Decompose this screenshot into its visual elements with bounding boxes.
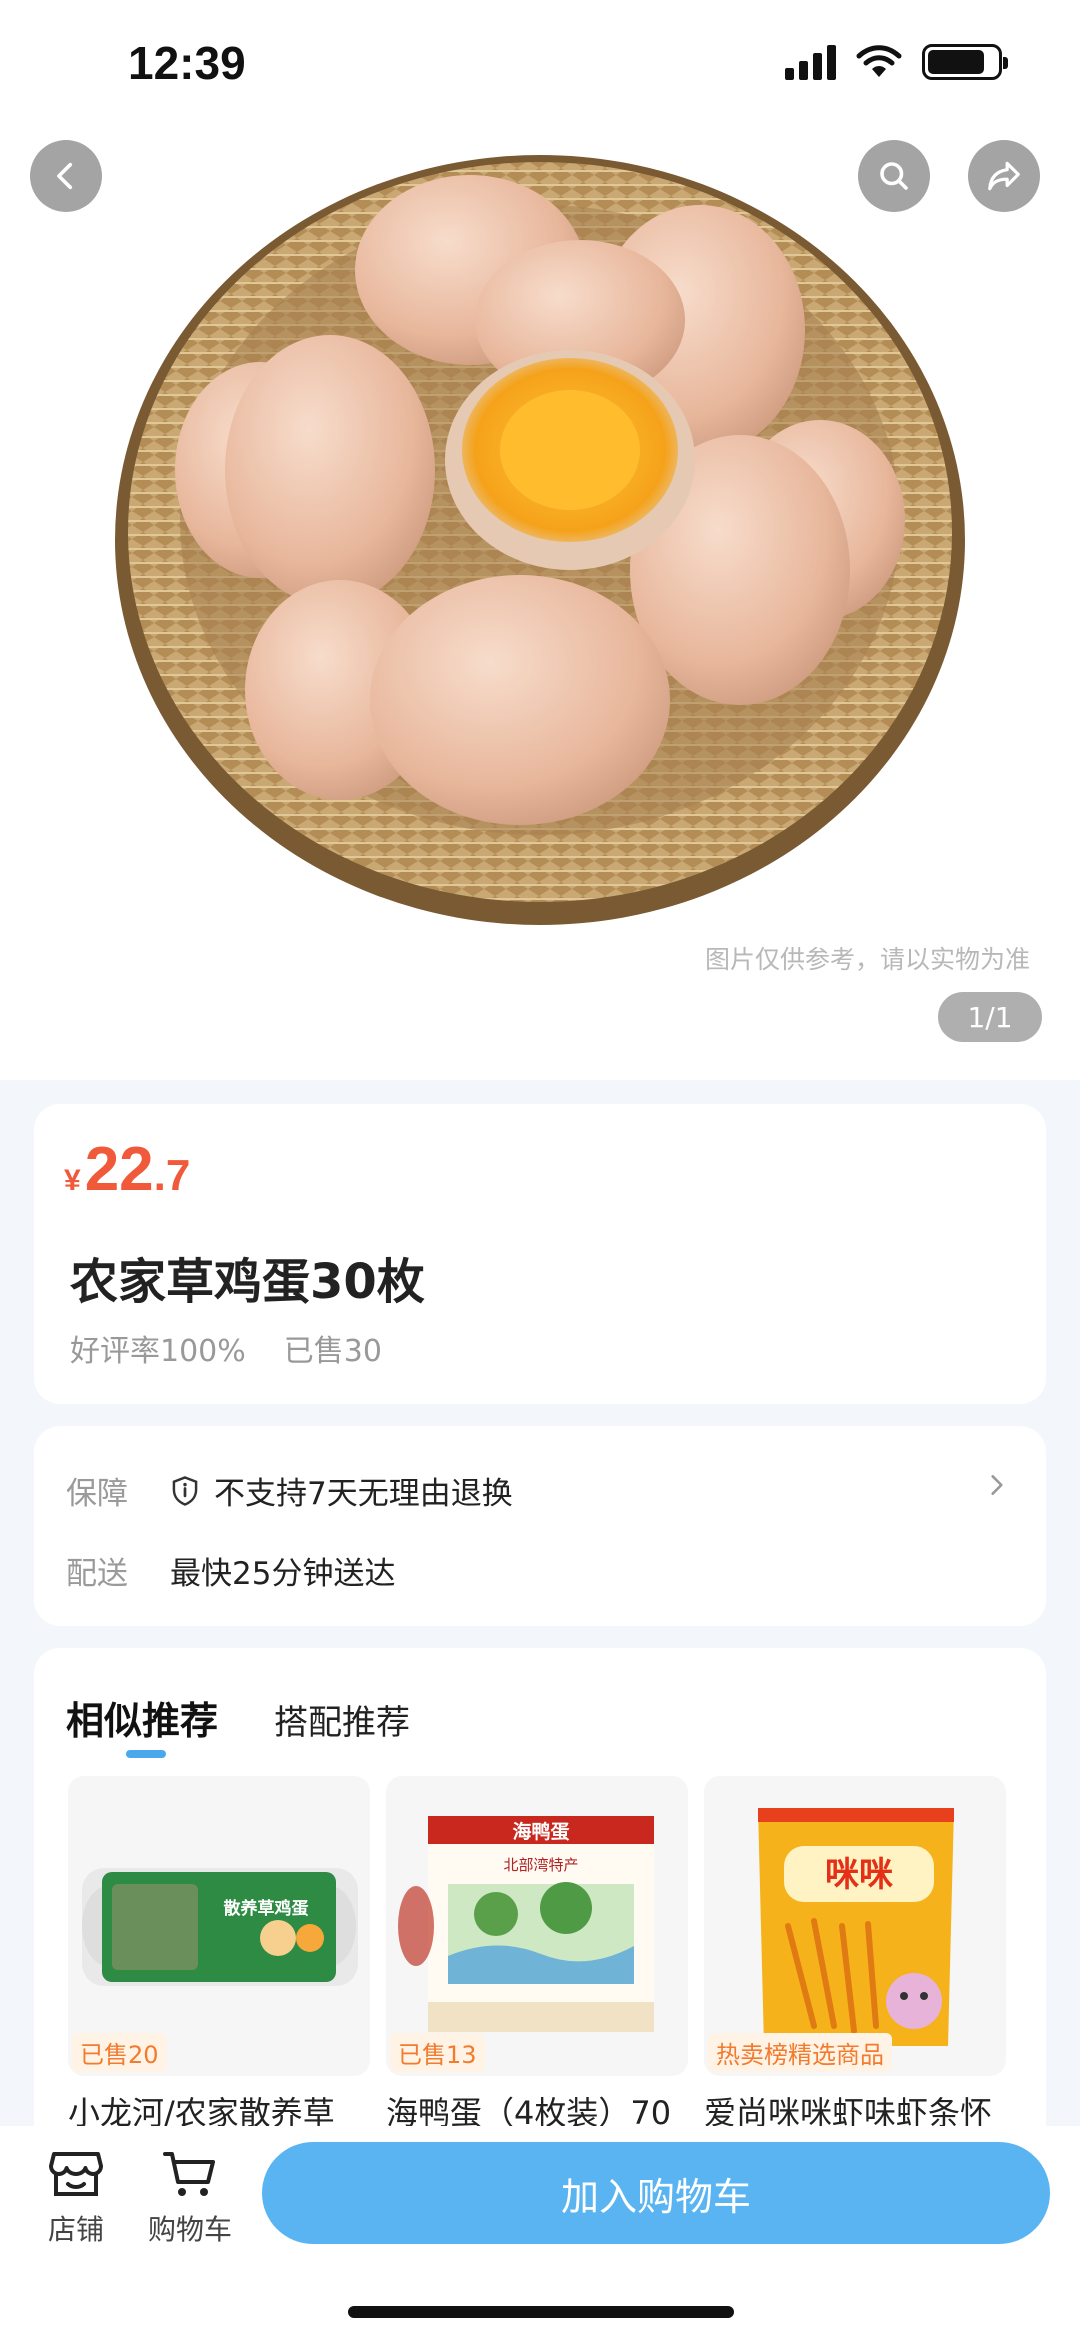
product-card[interactable]: 咪咪 热卖榜精选商品 爱尚咪咪虾味虾条怀: [704, 1776, 1006, 2134]
svg-text:咪咪: 咪咪: [825, 1855, 893, 1895]
price: ¥ 22 .7: [64, 1134, 190, 1205]
sold-count: 已售30: [283, 1334, 382, 1369]
wifi-icon: [856, 45, 902, 77]
cart-label: 购物车: [147, 2213, 232, 2246]
status-icons: [785, 44, 1008, 80]
duck-egg-box-image: 海鸭蛋 北部湾特产: [398, 1816, 654, 2032]
product-card[interactable]: 海鸭蛋 北部湾特产 已售13 海鸭蛋（4枚装）70: [386, 1776, 688, 2134]
rating-text: 好评率100%: [70, 1334, 246, 1369]
snack-bag-image: 咪咪: [758, 1808, 954, 2046]
back-button[interactable]: [30, 140, 102, 212]
product-image[interactable]: 咪咪 热卖榜精选商品: [704, 1776, 1006, 2076]
egg-carton-image: 散养草鸡蛋: [82, 1868, 358, 1986]
search-icon: [880, 162, 908, 190]
home-indicator[interactable]: [348, 2306, 734, 2318]
bottom-action-bar: 店铺 购物车 加入购物车: [0, 2126, 1080, 2337]
share-button[interactable]: [968, 140, 1040, 212]
delivery-row: 配送 最快25分钟送达: [66, 1548, 395, 1593]
hot-badge: 热卖榜精选商品: [708, 2033, 892, 2072]
price-card: ¥ 22 .7 农家草鸡蛋30枚 好评率100% 已售30: [34, 1104, 1046, 1404]
status-time: 12:39: [128, 37, 246, 89]
cart-button[interactable]: 购物车: [140, 2148, 240, 2248]
sold-badge: 已售20: [72, 2033, 167, 2072]
recommend-tabs: 相似推荐 搭配推荐: [66, 1690, 410, 1758]
product-card[interactable]: 散养草鸡蛋 已售20 小龙河/农家散养草: [68, 1776, 370, 2134]
product-image-gallery[interactable]: 图片仅供参考，请以实物为准 1/1: [0, 0, 1080, 1080]
product-image[interactable]: 海鸭蛋 北部湾特产 已售13: [386, 1776, 688, 2076]
product-image[interactable]: 散养草鸡蛋 已售20: [68, 1776, 370, 2076]
service-card[interactable]: 保障 不支持7天无理由退换 配送 最快25分钟送达: [34, 1426, 1046, 1626]
svg-text:海鸭蛋: 海鸭蛋: [512, 1820, 569, 1843]
search-button[interactable]: [858, 140, 930, 212]
chevron-right-icon[interactable]: [984, 1470, 1010, 1500]
product-list: 散养草鸡蛋 已售20 小龙河/农家散养草 海鸭蛋 北部湾特产 已售13 海鸭蛋（…: [68, 1776, 1006, 2134]
image-counter: 1/1: [938, 992, 1042, 1042]
svg-text:北部湾特产: 北部湾特产: [503, 1856, 578, 1874]
product-title: 农家草鸡蛋30枚: [70, 1254, 425, 1310]
share-icon: [988, 161, 1020, 191]
delivery-value: 最快25分钟送达: [170, 1556, 396, 1592]
guarantee-value: 不支持7天无理由退换: [214, 1476, 513, 1512]
chevron-left-icon: [57, 162, 73, 190]
store-icon: [49, 2152, 103, 2196]
add-to-cart-button[interactable]: 加入购物车: [262, 2142, 1050, 2244]
product-meta: 好评率100% 已售30: [70, 1326, 382, 1370]
shield-info-icon: [172, 1475, 198, 1506]
sold-badge: 已售13: [390, 2033, 485, 2072]
store-label: 店铺: [47, 2213, 104, 2246]
delivery-label: 配送: [66, 1556, 128, 1592]
status-bar: 12:39: [0, 0, 1080, 120]
svg-text:散养草鸡蛋: 散养草鸡蛋: [224, 1898, 309, 1919]
price-integer: 22: [84, 1135, 154, 1204]
signal-icon: [785, 44, 836, 80]
price-currency: ¥: [64, 1164, 81, 1197]
tab-combo[interactable]: 搭配推荐: [274, 1695, 410, 1744]
cart-icon: [163, 2152, 215, 2196]
image-disclaimer: 图片仅供参考，请以实物为准: [704, 945, 1030, 974]
store-button[interactable]: 店铺: [26, 2148, 126, 2248]
tab-similar[interactable]: 相似推荐: [66, 1690, 218, 1758]
price-decimal: .7: [153, 1151, 191, 1200]
battery-icon: [922, 44, 1008, 80]
guarantee-label: 保障: [66, 1476, 128, 1512]
guarantee-row[interactable]: 保障 不支持7天无理由退换: [66, 1468, 513, 1513]
